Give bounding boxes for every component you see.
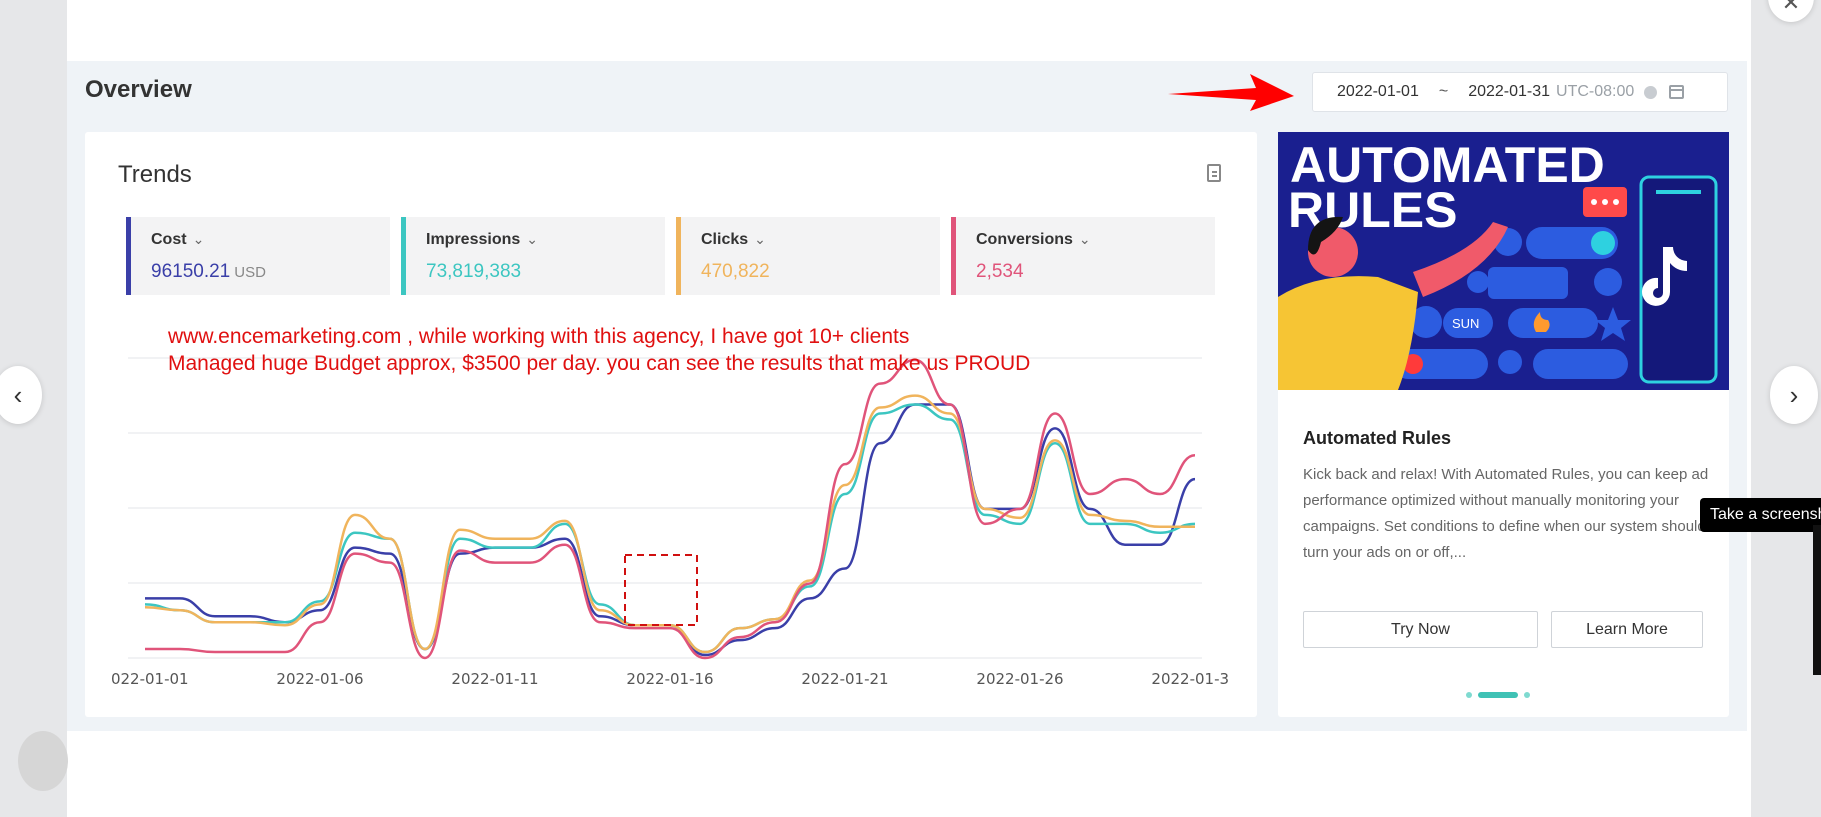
x-tick-label: 2022-01-01 [110, 670, 189, 688]
metric-unit: USD [234, 264, 266, 281]
x-tick-label: 2022-01-31 [1151, 670, 1230, 688]
automated-rules-banner: AUTOMATED RULES SUN [1278, 132, 1729, 390]
banner-eye-icon [1467, 271, 1489, 293]
carousel-dot[interactable] [1466, 692, 1472, 698]
metric-label: Conversions ⌄ [976, 231, 1091, 248]
next-slide-button[interactable]: › [1770, 366, 1818, 424]
x-tick-label: 2022-01-21 [801, 670, 888, 688]
carousel-dots [1466, 692, 1530, 698]
x-tick-label: 2022-01-11 [451, 670, 538, 688]
promo-title: Automated Rules [1303, 428, 1452, 448]
carousel-dot-active[interactable] [1478, 692, 1518, 698]
metric-value: 73,819,383 [426, 261, 522, 282]
banner-image-tile [1488, 267, 1568, 299]
x-tick-label: 2022-01-16 [626, 670, 713, 688]
banner-phone-bar [1656, 190, 1701, 194]
metric-card-impressions[interactable]: Impressions ⌄ 73,819,383 [401, 217, 665, 295]
x-tick-label: 2022-01-06 [276, 670, 363, 688]
chevron-left-icon: ‹ [13, 379, 23, 410]
chart-series-line-1 [145, 403, 1196, 657]
chevron-down-icon[interactable]: ⌄ [193, 231, 205, 247]
annotation-line-1: www.encemarketing.com , while working wi… [168, 325, 910, 348]
screenshot-tooltip: Take a screensh [1700, 498, 1821, 532]
metric-value: 96150.21 USD [151, 261, 266, 282]
avatar[interactable] [18, 731, 68, 791]
metric-card-conversions[interactable]: Conversions ⌄ 2,534 [951, 217, 1215, 295]
export-icon[interactable] [1207, 164, 1221, 182]
metric-card-clicks[interactable]: Clicks ⌄ 470,822 [676, 217, 940, 295]
chevron-down-icon[interactable]: ⌄ [526, 231, 538, 247]
banner-tag-icon [1594, 268, 1622, 296]
arrow-to-date-picker [1168, 74, 1294, 111]
highlight-box [624, 554, 698, 626]
try-now-button[interactable]: Try Now [1303, 611, 1538, 648]
chart-series-line-3 [144, 394, 1195, 654]
metric-label: Impressions ⌄ [426, 231, 538, 248]
metric-card-cost[interactable]: Cost ⌄ 96150.21 USD [126, 217, 390, 295]
banner-toggle-knob [1591, 231, 1615, 255]
banner-hash-pill [1533, 349, 1628, 379]
banner-bubble-dot [1602, 199, 1608, 205]
metric-label: Clicks ⌄ [701, 231, 766, 248]
chevron-right-icon: › [1789, 379, 1799, 410]
chevron-down-icon[interactable]: ⌄ [1079, 231, 1091, 247]
banner-fire-pill [1508, 308, 1598, 338]
metric-label: Cost ⌄ [151, 231, 205, 248]
banner-bubble-dot [1591, 199, 1597, 205]
carousel-dot[interactable] [1524, 692, 1530, 698]
x-tick-label: 2022-01-26 [976, 670, 1063, 688]
annotation-text: www.encemarketing.com , while working wi… [168, 323, 1030, 377]
promo-description: Kick back and relax! With Automated Rule… [1303, 466, 1709, 561]
banner-location-icon [1498, 350, 1522, 374]
annotation-line-2: Managed huge Budget approx, $3500 per da… [168, 352, 1031, 375]
metric-value: 470,822 [701, 261, 770, 282]
learn-more-button[interactable]: Learn More [1551, 611, 1703, 648]
banner-sun-label: SUN [1452, 316, 1479, 331]
metric-value: 2,534 [976, 261, 1024, 282]
banner-bubble-dot [1613, 199, 1619, 205]
screenshot-toolbar[interactable] [1813, 525, 1821, 675]
chevron-down-icon[interactable]: ⌄ [754, 231, 766, 247]
banner-person-body [1278, 276, 1418, 390]
trends-title: Trends [118, 161, 192, 188]
